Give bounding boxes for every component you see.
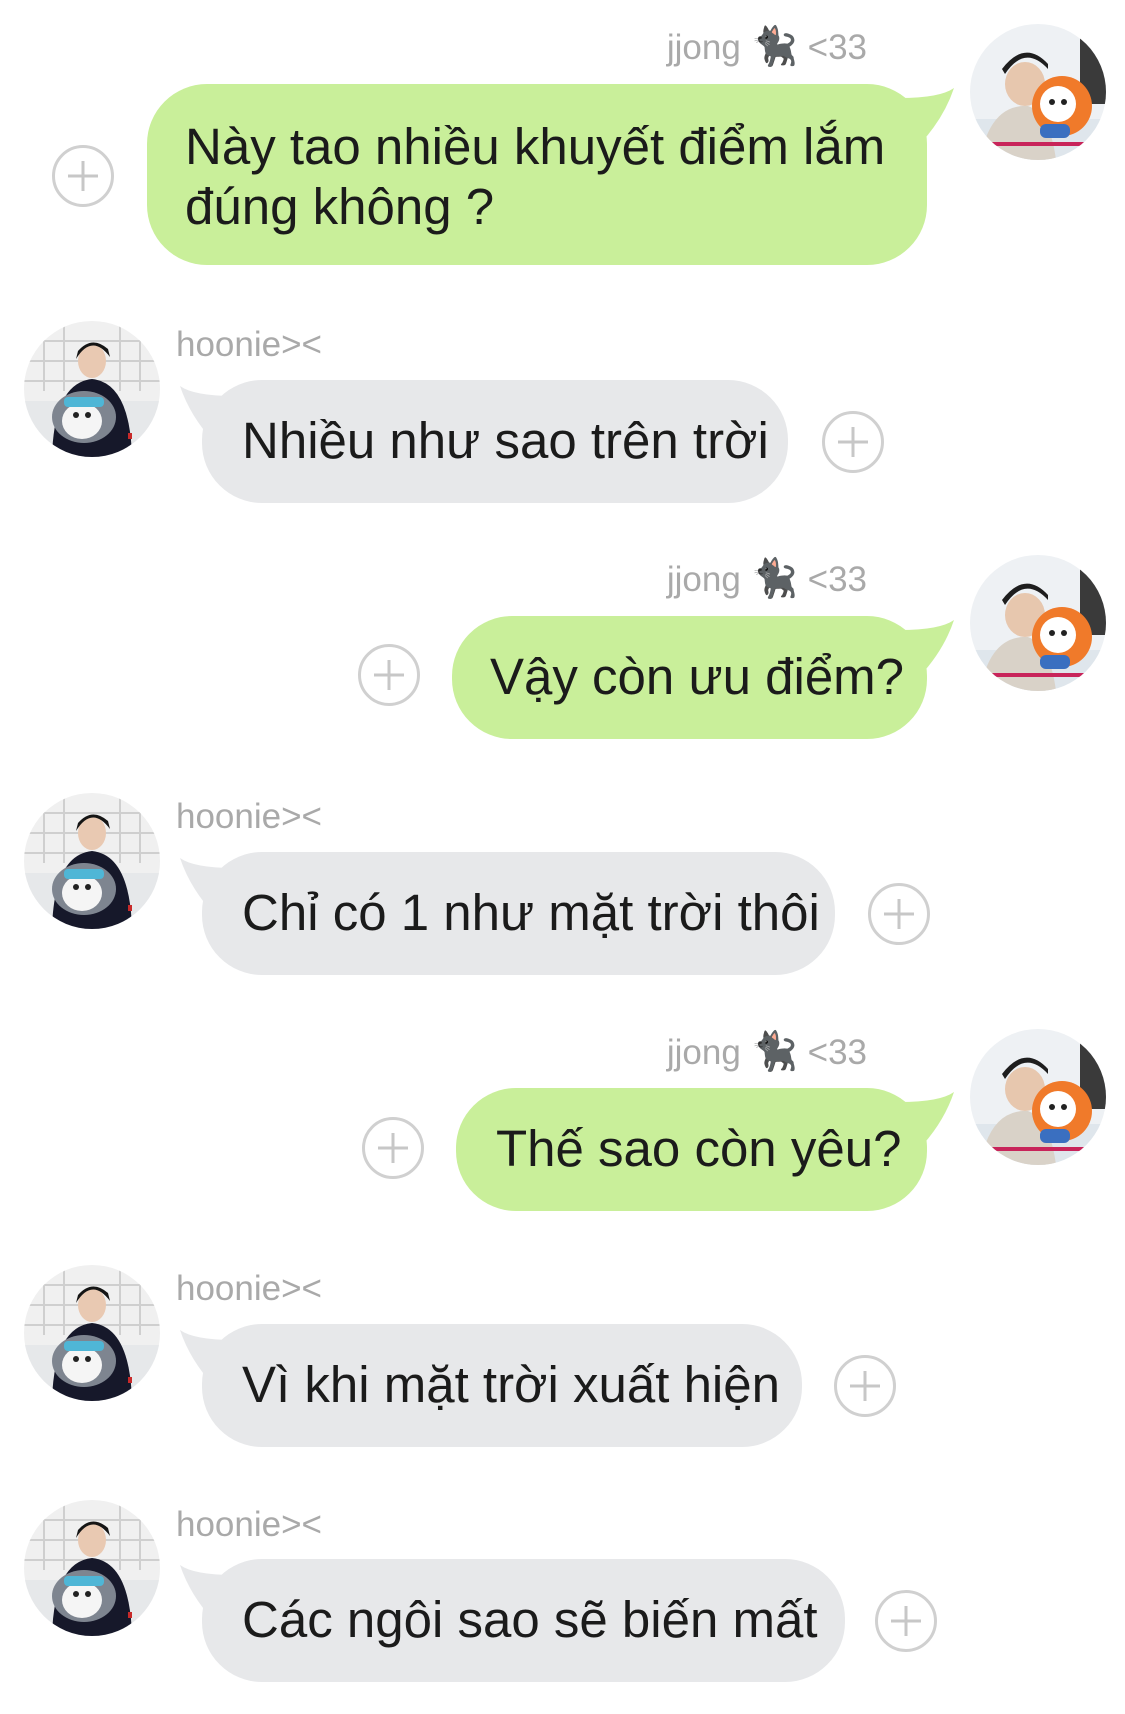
message-text: Thế sao còn yêu? xyxy=(496,1120,902,1177)
message-text-line: Này tao nhiều khuyết điểm lắm xyxy=(185,118,886,175)
add-reaction-icon[interactable] xyxy=(834,1355,896,1417)
avatar-jjong[interactable] xyxy=(970,555,1106,691)
avatar-hoonie[interactable] xyxy=(24,321,160,457)
sender-name: hoonie>< xyxy=(176,325,322,364)
message-text-line: đúng không ? xyxy=(185,178,495,235)
add-reaction-icon[interactable] xyxy=(822,411,884,473)
sender-name: jjong 🐈‍⬛ <33 xyxy=(666,558,867,600)
add-reaction-icon[interactable] xyxy=(875,1590,937,1652)
avatar-jjong[interactable] xyxy=(970,24,1106,160)
add-reaction-icon[interactable] xyxy=(868,883,930,945)
message-bubble[interactable]: Thế sao còn yêu? xyxy=(456,1088,927,1211)
message-bubble[interactable]: Này tao nhiều khuyết điểm lắm đúng không… xyxy=(147,84,927,265)
message-bubble[interactable]: Nhiều như sao trên trời xyxy=(202,380,788,503)
black-cat-icon: 🐈‍⬛ xyxy=(750,1031,798,1073)
sender-name: jjong 🐈‍⬛ <33 xyxy=(666,26,867,68)
message-bubble[interactable]: Vì khi mặt trời xuất hiện xyxy=(202,1324,802,1447)
sender-name: jjong 🐈‍⬛ <33 xyxy=(666,1031,867,1073)
message-bubble[interactable]: Chỉ có 1 như mặt trời thôi xyxy=(202,852,835,975)
message-text: Các ngôi sao sẽ biến mất xyxy=(242,1591,818,1648)
black-cat-icon: 🐈‍⬛ xyxy=(750,26,798,68)
avatar-hoonie[interactable] xyxy=(24,1265,160,1401)
message-text: Nhiều như sao trên trời xyxy=(242,412,769,469)
add-reaction-icon[interactable] xyxy=(52,145,114,207)
avatar-jjong[interactable] xyxy=(970,1029,1106,1165)
avatar-hoonie[interactable] xyxy=(24,793,160,929)
message-text: Chỉ có 1 như mặt trời thôi xyxy=(242,884,820,941)
black-cat-icon: 🐈‍⬛ xyxy=(750,558,798,600)
add-reaction-icon[interactable] xyxy=(362,1117,424,1179)
sender-name: hoonie>< xyxy=(176,797,322,836)
sender-name: hoonie>< xyxy=(176,1269,322,1308)
message-bubble[interactable]: Vậy còn ưu điểm? xyxy=(452,616,927,739)
message-text: Vậy còn ưu điểm? xyxy=(490,648,905,705)
avatar-hoonie[interactable] xyxy=(24,1500,160,1636)
message-bubble[interactable]: Các ngôi sao sẽ biến mất xyxy=(202,1559,845,1682)
message-text: Vì khi mặt trời xuất hiện xyxy=(242,1356,780,1413)
sender-name: hoonie>< xyxy=(176,1505,322,1544)
add-reaction-icon[interactable] xyxy=(358,644,420,706)
